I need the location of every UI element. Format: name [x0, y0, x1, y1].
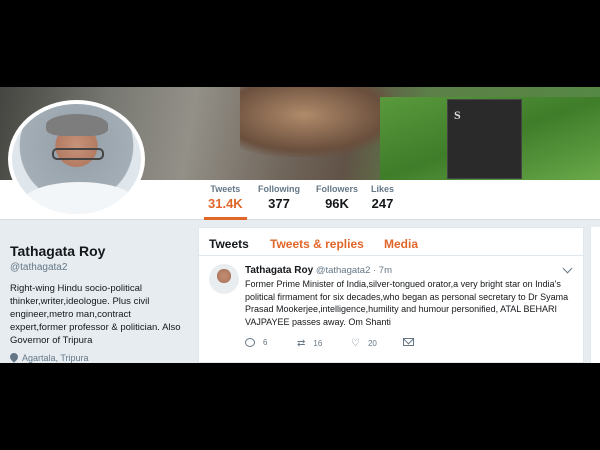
- profile-card: Tathagata Roy @tathagata2 Right-wing Hin…: [8, 243, 190, 363]
- tab-tweets-replies[interactable]: Tweets & replies: [270, 237, 364, 251]
- location-text: Agartala, Tripura: [22, 353, 89, 363]
- tweet-timestamp[interactable]: · 7m: [373, 265, 392, 276]
- reply-button[interactable]: 6: [245, 338, 267, 347]
- stat-label: Following: [258, 184, 300, 194]
- stat-likes[interactable]: Likes 247: [371, 184, 394, 211]
- location-pin-icon: [8, 351, 20, 363]
- tab-tweets[interactable]: Tweets: [209, 237, 249, 251]
- stat-value: 96K: [325, 196, 349, 211]
- tweet-header: Tathagata Roy @tathagata2 · 7m: [245, 265, 392, 276]
- stat-label: Followers: [316, 184, 359, 194]
- tweet-author-name[interactable]: Tathagata Roy: [245, 265, 313, 276]
- tweet-author-handle: @tathagata2: [315, 265, 371, 276]
- envelope-icon: [403, 338, 414, 346]
- video-frame: S Tweets 31.4K Following 377 Followers 9…: [0, 0, 600, 450]
- like-count: 20: [367, 339, 377, 348]
- stat-value: 377: [268, 196, 290, 211]
- stat-label: Tweets: [210, 184, 241, 194]
- stat-value: 247: [371, 196, 394, 211]
- tab-media[interactable]: Media: [384, 237, 418, 251]
- heart-icon: ♡: [351, 338, 360, 349]
- stat-value: 31.4K: [208, 196, 243, 211]
- banner-signboard: S: [447, 99, 522, 179]
- timeline-tabs: Tweets Tweets & replies Media: [199, 228, 583, 256]
- profile-location: Agartala, Tripura: [8, 351, 190, 363]
- timeline: Tweets Tweets & replies Media Tathagata …: [198, 227, 584, 363]
- profile-name[interactable]: Tathagata Roy: [10, 243, 190, 259]
- stat-label: Likes: [371, 184, 395, 194]
- reply-count: 6: [263, 338, 268, 347]
- stat-tweets[interactable]: Tweets 31.4K: [204, 184, 247, 220]
- like-button[interactable]: ♡ 20: [351, 338, 377, 349]
- tweet[interactable]: Tathagata Roy @tathagata2 · 7m Former Pr…: [199, 256, 583, 363]
- profile-handle: @tathagata2: [10, 262, 68, 273]
- retweet-count: 16: [313, 339, 323, 348]
- banner-rock: [240, 87, 400, 157]
- chevron-down-icon[interactable]: [562, 263, 573, 274]
- right-panel-edge: [590, 227, 600, 363]
- retweet-button[interactable]: ⇄ 16: [297, 338, 322, 349]
- tweet-actions: 6 ⇄ 16 ♡ 20: [245, 338, 445, 352]
- reply-icon: [245, 338, 255, 347]
- profile-bio: Right-wing Hindu socio-political thinker…: [10, 283, 181, 346]
- stat-following[interactable]: Following 377: [258, 184, 300, 211]
- twitter-profile-page: S Tweets 31.4K Following 377 Followers 9…: [0, 87, 600, 363]
- tweet-avatar[interactable]: [209, 264, 239, 294]
- stat-followers[interactable]: Followers 96K: [316, 184, 358, 211]
- avatar-photo: [12, 104, 141, 214]
- tweet-text: Former Prime Minister of India,silver-to…: [245, 279, 569, 327]
- message-button[interactable]: [403, 338, 422, 346]
- retweet-icon: ⇄: [297, 338, 306, 349]
- profile-avatar[interactable]: [8, 100, 145, 218]
